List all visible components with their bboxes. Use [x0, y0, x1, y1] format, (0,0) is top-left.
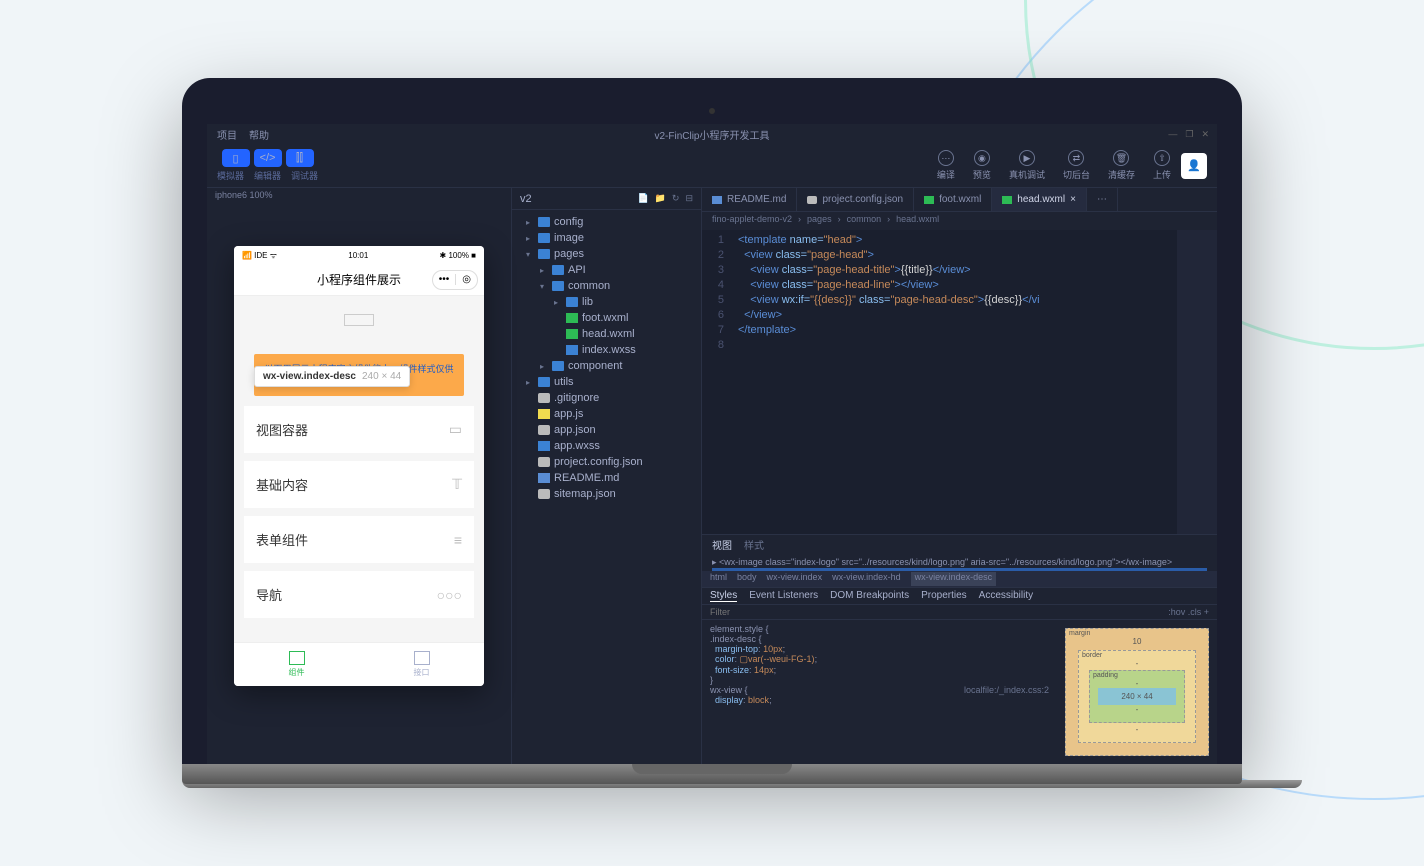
max-icon[interactable]: ❐ — [1185, 129, 1193, 140]
devtools-tab[interactable]: Styles — [710, 590, 737, 602]
minimap[interactable] — [1177, 230, 1217, 534]
close-icon[interactable]: ✕ — [1201, 129, 1209, 140]
phone-preview: 📶 IDE ᯤ 10:01 ✱ 100% ■ 小程序组件展示 •••◎ wx-v… — [234, 246, 484, 686]
devtools-tab[interactable]: Accessibility — [979, 590, 1033, 602]
inspect-tooltip: wx-view.index-desc240 × 44 — [254, 366, 410, 387]
filter-options[interactable]: :hov .cls + — [1168, 607, 1209, 617]
breadcrumb[interactable]: fino-applet-demo-v2›pages›common›head.wx… — [702, 212, 1217, 230]
dom-breadcrumb[interactable]: htmlbodywx-view.indexwx-view.index-hdwx-… — [702, 571, 1217, 587]
tree-node[interactable]: ▸config — [512, 214, 701, 230]
tree-node[interactable]: app.json — [512, 422, 701, 438]
tree-node[interactable]: index.wxss — [512, 342, 701, 358]
refresh-icon[interactable]: ↻ — [672, 193, 680, 204]
tree-node[interactable]: app.wxss — [512, 438, 701, 454]
avatar[interactable]: 👤 — [1181, 153, 1207, 179]
menu-bar: 项目 帮助 — [217, 127, 269, 142]
editor-tab[interactable]: head.wxml × — [992, 188, 1087, 211]
project-root[interactable]: v2 — [520, 193, 532, 205]
new-folder-icon[interactable]: 📁 — [655, 193, 666, 204]
editor-tab[interactable]: foot.wxml — [914, 188, 992, 211]
list-item[interactable]: 基础内容𝕋 — [244, 461, 474, 508]
devtools-tab[interactable]: Event Listeners — [749, 590, 818, 602]
tree-node[interactable]: ▾pages — [512, 246, 701, 262]
capsule-button[interactable]: •••◎ — [432, 270, 478, 290]
tree-node[interactable]: project.config.json — [512, 454, 701, 470]
list-item[interactable]: 导航○○○ — [244, 571, 474, 618]
ide-window: 项目 帮助 v2-FinClip小程序开发工具 — ❐ ✕ ▯ </> ⫿⫿ 模… — [207, 124, 1217, 764]
devtab-style[interactable]: 样式 — [744, 537, 764, 551]
camera-dot — [709, 108, 715, 114]
file-explorer: v2 📄 📁 ↻ ⊟ ▸config▸image▾pages▸API▾common▸l… — [512, 188, 702, 764]
simulator-pane: iphone6 100% 📶 IDE ᯤ 10:01 ✱ 100% ■ 小程序组… — [207, 188, 512, 764]
min-icon[interactable]: — — [1168, 129, 1177, 140]
menu-help[interactable]: 帮助 — [249, 127, 269, 142]
toolbar-切后台[interactable]: ⇄切后台 — [1063, 150, 1090, 181]
list-item[interactable]: 视图容器▭ — [244, 406, 474, 453]
editor-tab[interactable]: README.md — [702, 188, 797, 211]
tree-node[interactable]: ▸API — [512, 262, 701, 278]
logo-placeholder — [344, 314, 374, 326]
tree-node[interactable]: ▸lib — [512, 294, 701, 310]
menu-project[interactable]: 项目 — [217, 127, 237, 142]
window-title: v2-FinClip小程序开发工具 — [654, 127, 769, 142]
style-rules[interactable]: element.style {.index-desc {</span> marg… — [702, 620, 1057, 764]
simulator-toggle[interactable]: ▯ — [222, 149, 250, 167]
new-file-icon[interactable]: 📄 — [637, 193, 648, 204]
laptop-base — [182, 764, 1242, 784]
tree-node[interactable]: ▸utils — [512, 374, 701, 390]
styles-filter[interactable] — [710, 607, 1168, 617]
collapse-icon[interactable]: ⊟ — [685, 193, 693, 204]
tree-node[interactable]: .gitignore — [512, 390, 701, 406]
list-item[interactable]: 表单组件≡ — [244, 516, 474, 563]
toolbar-编译[interactable]: ⋯编译 — [937, 150, 955, 181]
toolbar-上传[interactable]: ⇧上传 — [1153, 150, 1171, 181]
tree-node[interactable]: app.js — [512, 406, 701, 422]
toolbar-真机调试[interactable]: ▶真机调试 — [1009, 150, 1045, 181]
toolbar: ▯ </> ⫿⫿ 模拟器 编辑器 调试器 ⋯编译◉预览▶真机调试⇄切后台🗑清缓存… — [207, 144, 1217, 188]
editor-pane: README.mdproject.config.jsonfoot.wxmlhea… — [702, 188, 1217, 764]
tree-node[interactable]: sitemap.json — [512, 486, 701, 502]
code-editor[interactable]: 12345678 <template name="head"> <view cl… — [702, 230, 1217, 534]
editor-tab[interactable]: project.config.json — [797, 188, 914, 211]
tree-node[interactable]: head.wxml — [512, 326, 701, 342]
toolbar-清缓存[interactable]: 🗑清缓存 — [1108, 150, 1135, 181]
device-label[interactable]: iphone6 100% — [207, 188, 511, 206]
tree-node[interactable]: ▸component — [512, 358, 701, 374]
tree-node[interactable]: foot.wxml — [512, 310, 701, 326]
tree-node[interactable]: README.md — [512, 470, 701, 486]
tree-node[interactable]: ▾common — [512, 278, 701, 294]
devtools-tab[interactable]: DOM Breakpoints — [830, 590, 909, 602]
debugger-toggle[interactable]: ⫿⫿ — [286, 149, 314, 167]
devtools-tab[interactable]: Properties — [921, 590, 967, 602]
editor-toggle[interactable]: </> — [254, 149, 282, 167]
titlebar: 项目 帮助 v2-FinClip小程序开发工具 — ❐ ✕ — [207, 124, 1217, 144]
tree-node[interactable]: ▸image — [512, 230, 701, 246]
devtools: 视图 样式 ▸ <wx-image class="index-logo" src… — [702, 534, 1217, 764]
dom-tree[interactable]: ▸ <wx-image class="index-logo" src="../r… — [702, 553, 1217, 571]
devtab-view[interactable]: 视图 — [712, 537, 732, 551]
phone-tab[interactable]: 接口 — [359, 643, 484, 686]
phone-tab[interactable]: 组件 — [234, 643, 359, 686]
toolbar-预览[interactable]: ◉预览 — [973, 150, 991, 181]
app-title: 小程序组件展示 — [317, 271, 401, 288]
box-model: margin10 border- padding- 240 × 44 - - — [1057, 620, 1217, 764]
laptop-frame: 项目 帮助 v2-FinClip小程序开发工具 — ❐ ✕ ▯ </> ⫿⫿ 模… — [182, 78, 1242, 788]
tabs-overflow-icon[interactable]: ⋯ — [1087, 188, 1118, 211]
